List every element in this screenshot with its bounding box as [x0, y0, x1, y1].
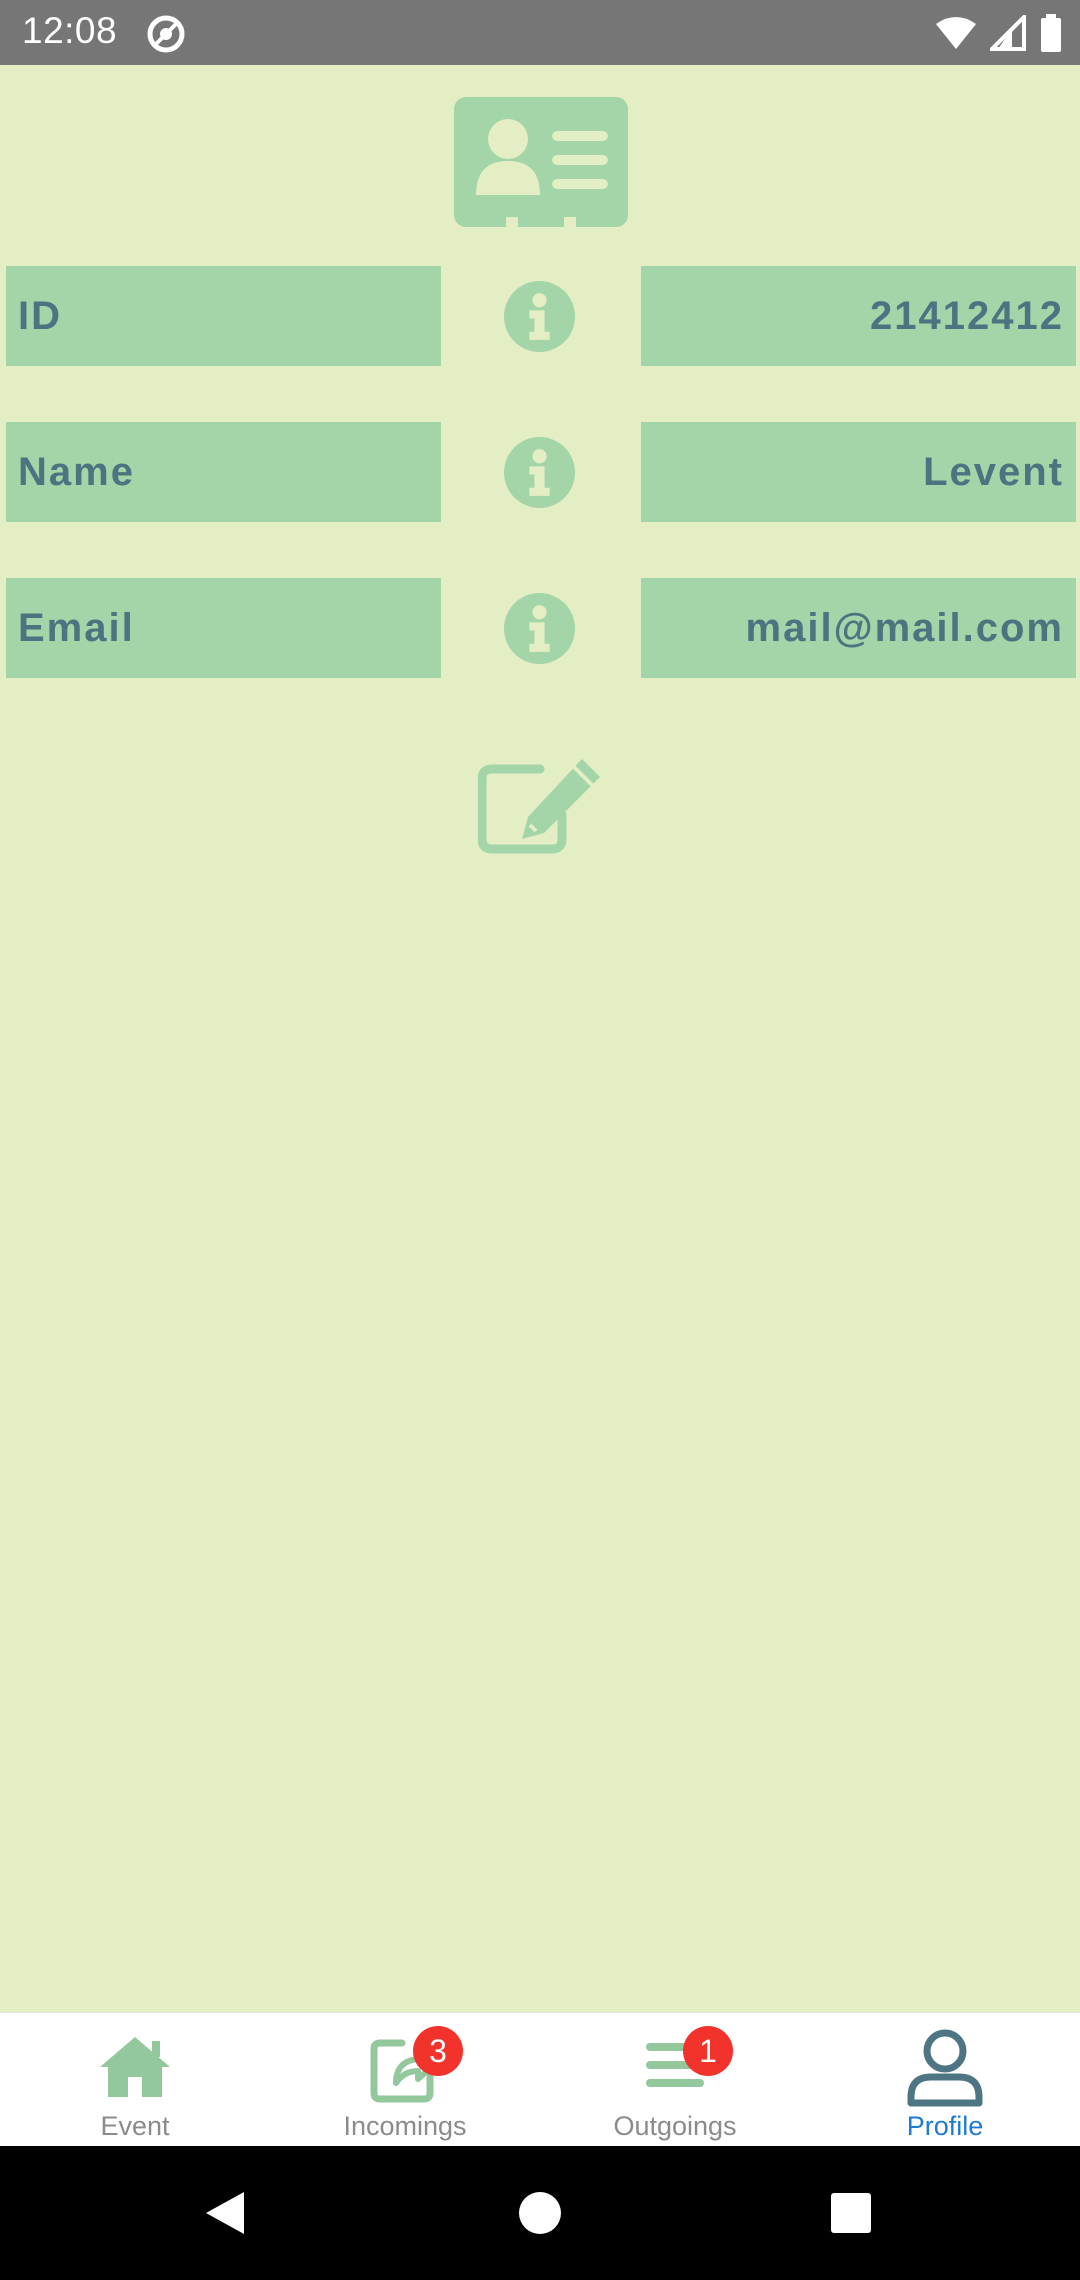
field-value: 21412412 [641, 266, 1076, 366]
status-time: 12:08 [22, 10, 118, 51]
wifi-icon [936, 17, 976, 49]
bottom-tab-bar: Event 3 Incomings 1 Outgoings Profile [0, 2012, 1080, 2147]
dnd-icon [147, 15, 185, 53]
field-value: mail@mail.com [641, 578, 1076, 678]
user-icon [907, 2029, 983, 2107]
field-label: Email [6, 578, 441, 678]
field-value: Levent [641, 422, 1076, 522]
info-icon[interactable] [504, 437, 575, 508]
field-label: Name [6, 422, 441, 522]
tab-label: Event [100, 2111, 170, 2141]
tab-profile[interactable]: Profile [810, 2013, 1080, 2147]
id-card-icon [454, 97, 628, 227]
tab-label: Incomings [343, 2111, 467, 2141]
recents-icon[interactable] [826, 2188, 876, 2238]
info-icon[interactable] [504, 281, 575, 352]
tab-event[interactable]: Event [0, 2013, 270, 2147]
field-row-id: ID 21412412 [0, 266, 1080, 366]
back-icon[interactable] [200, 2188, 250, 2238]
incomings-badge: 3 [413, 2026, 463, 2076]
battery-icon [1041, 14, 1061, 52]
field-row-email: Email mail@mail.com [0, 578, 1080, 678]
home-icon [100, 2037, 170, 2097]
edit-icon[interactable] [478, 755, 604, 855]
tab-label: Profile [906, 2111, 984, 2141]
field-label: ID [6, 266, 441, 366]
signal-icon [990, 15, 1026, 51]
tab-label: Outgoings [613, 2111, 737, 2141]
field-row-name: Name Levent [0, 422, 1080, 522]
info-icon[interactable] [504, 593, 575, 664]
status-bar: 12:08 [0, 0, 1080, 65]
outgoings-badge: 1 [683, 2026, 733, 2076]
status-icons [936, 12, 1062, 54]
system-nav-bar [0, 2146, 1080, 2280]
tab-incomings[interactable]: 3 Incomings [270, 2013, 540, 2147]
tab-outgoings[interactable]: 1 Outgoings [540, 2013, 810, 2147]
home-button-icon[interactable] [515, 2188, 565, 2238]
